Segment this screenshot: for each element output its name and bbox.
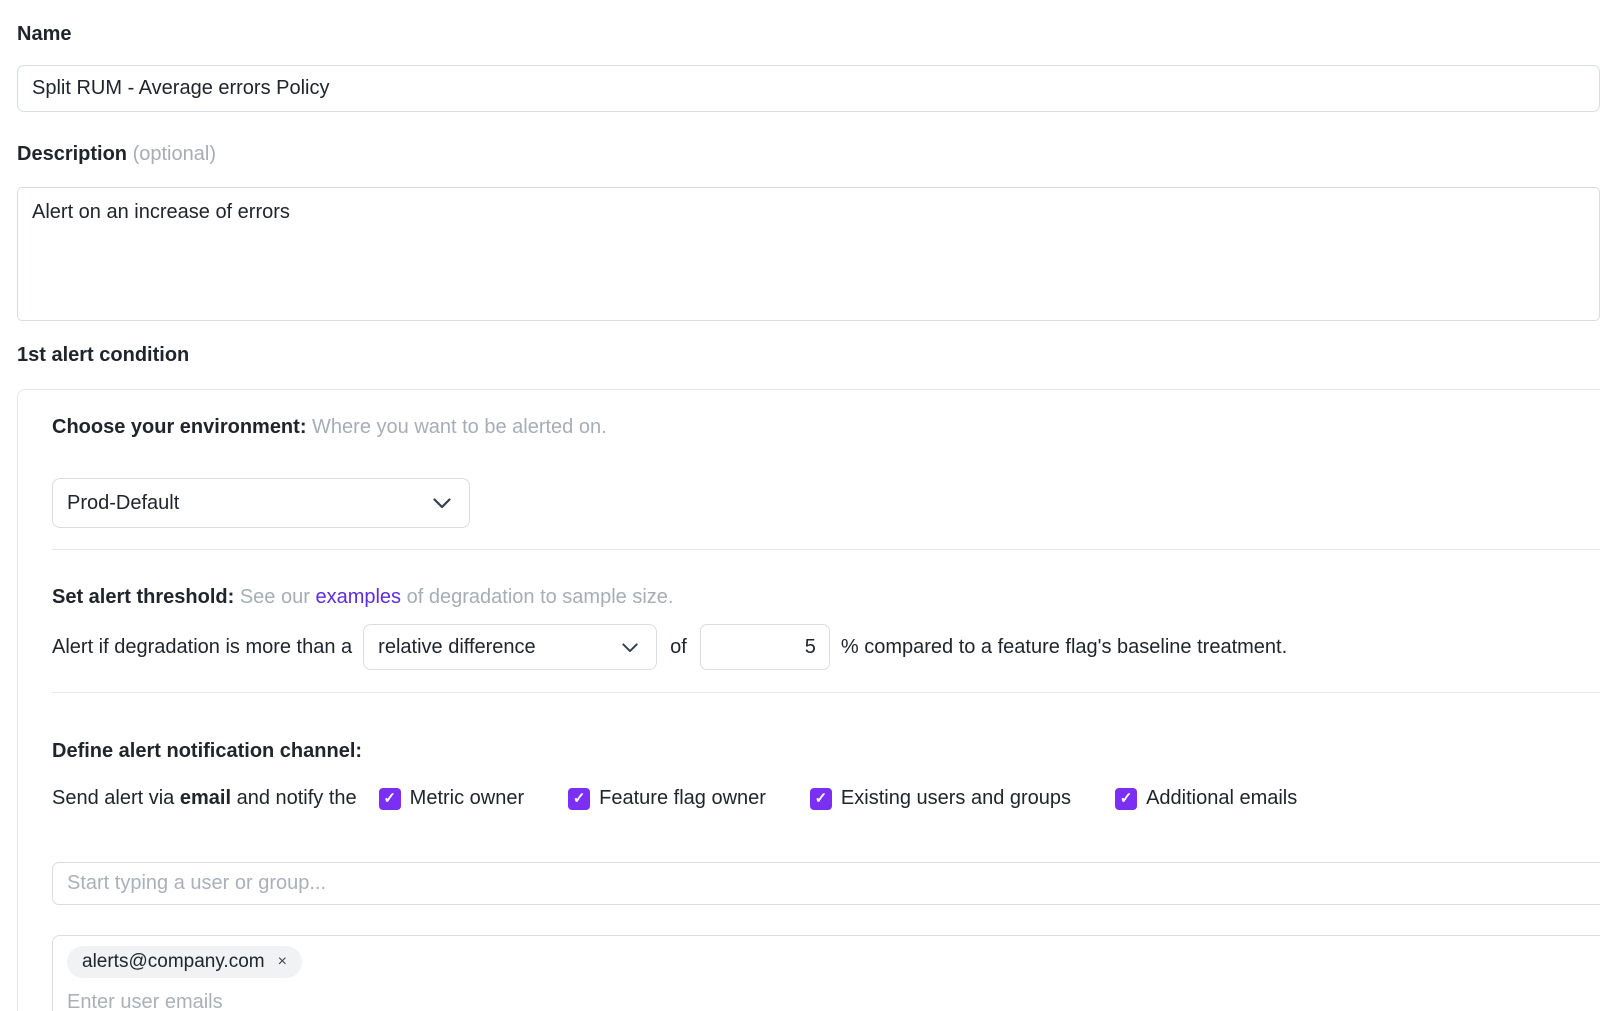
threshold-label: Set alert threshold: (52, 586, 234, 608)
threshold-line: Set alert threshold: See our examples of… (52, 585, 1600, 609)
examples-link[interactable]: examples (315, 586, 401, 608)
checkbox-existing-users-groups[interactable]: ✓ Existing users and groups (810, 787, 1071, 810)
comparison-select[interactable]: relative difference (363, 624, 657, 670)
threshold-sentence-suffix: % compared to a feature flag's baseline … (841, 636, 1287, 659)
checkbox-label: Additional emails (1146, 787, 1297, 810)
description-textarea[interactable]: Alert on an increase of errors (17, 187, 1600, 321)
notify-sentence-suffix: and notify the (237, 787, 357, 809)
checkbox-checked-icon[interactable]: ✓ (1115, 788, 1137, 810)
chevron-down-icon (433, 492, 451, 515)
alert-policy-form: Name Description (optional) Alert on an … (0, 0, 1600, 1011)
section-divider (52, 692, 1600, 693)
checkbox-label: Metric owner (410, 787, 524, 810)
description-optional-hint: (optional) (133, 143, 216, 165)
name-input[interactable] (17, 65, 1600, 112)
email-input-placeholder: Enter user emails (67, 990, 1600, 1011)
checkbox-label: Feature flag owner (599, 787, 766, 810)
description-label: Description (optional) (17, 142, 1600, 166)
checkbox-additional-emails[interactable]: ✓ Additional emails (1115, 787, 1297, 810)
checkbox-metric-owner[interactable]: ✓ Metric owner (379, 787, 524, 810)
environment-label: Choose your environment: (52, 416, 306, 438)
checkbox-checked-icon[interactable]: ✓ (379, 788, 401, 810)
environment-select[interactable]: Prod-Default (52, 478, 470, 528)
notify-checkbox-row: Send alert via email and notify the ✓ Me… (52, 787, 1600, 810)
environment-select-value: Prod-Default (67, 492, 179, 515)
environment-hint: Where you want to be alerted on. (312, 416, 607, 438)
section-divider (52, 549, 1600, 550)
name-label: Name (17, 22, 1600, 46)
notification-channel-line: Define alert notification channel: (52, 739, 1600, 763)
check-icon: ✓ (815, 791, 828, 806)
notification-channel-label: Define alert notification channel: (52, 740, 362, 762)
check-icon: ✓ (1120, 791, 1133, 806)
additional-emails-input[interactable]: alerts@company.com × Enter user emails (52, 935, 1600, 1011)
threshold-sentence-prefix: Alert if degradation is more than a (52, 636, 352, 659)
alert-condition-panel: Choose your environment: Where you want … (17, 389, 1600, 1011)
email-tag-text: alerts@company.com (82, 951, 265, 973)
threshold-sentence-row: Alert if degradation is more than a rela… (52, 624, 1600, 670)
threshold-of-word: of (670, 636, 687, 659)
notify-sentence: Send alert via email and notify the (52, 787, 357, 810)
checkbox-checked-icon[interactable]: ✓ (810, 788, 832, 810)
user-group-search-input[interactable] (52, 862, 1600, 905)
alert-condition-title: 1st alert condition (17, 344, 1600, 367)
email-tag: alerts@company.com × (67, 946, 302, 978)
notify-sentence-bold: email (180, 787, 231, 809)
comparison-select-value: relative difference (378, 636, 536, 659)
environment-line: Choose your environment: Where you want … (52, 415, 1600, 439)
threshold-hint-prefix: See our (240, 586, 310, 608)
threshold-percent-input[interactable] (700, 624, 830, 670)
checkbox-feature-flag-owner[interactable]: ✓ Feature flag owner (568, 787, 766, 810)
checkbox-label: Existing users and groups (841, 787, 1071, 810)
check-icon: ✓ (573, 791, 586, 806)
description-label-text: Description (17, 143, 127, 165)
check-icon: ✓ (383, 791, 396, 806)
chevron-down-icon (622, 636, 638, 659)
close-icon[interactable]: × (278, 954, 287, 970)
notify-sentence-prefix: Send alert via (52, 787, 174, 809)
threshold-hint-suffix: of degradation to sample size. (407, 586, 674, 608)
checkbox-checked-icon[interactable]: ✓ (568, 788, 590, 810)
